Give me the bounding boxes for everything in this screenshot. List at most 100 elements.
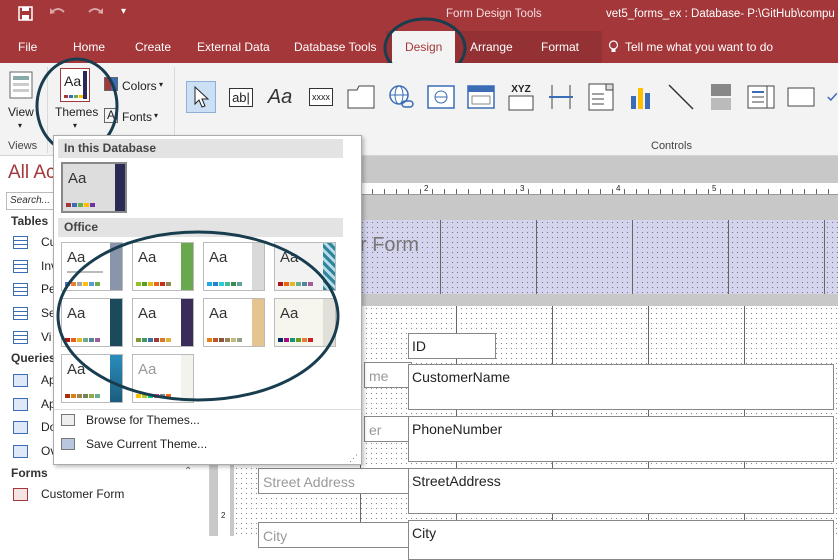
tab-file[interactable]: File [18, 40, 37, 54]
nav-form-item[interactable]: Customer Form [13, 485, 124, 503]
option-group-glyph: XYZ [511, 83, 531, 95]
textbox-icon[interactable]: ab| [226, 81, 256, 113]
table-icon [13, 235, 28, 249]
combo-box-icon[interactable] [586, 81, 616, 113]
rectangle-icon[interactable] [786, 81, 816, 113]
toggle-button-icon[interactable] [706, 81, 736, 113]
page-break-icon[interactable] [546, 81, 576, 113]
tab-control-icon[interactable] [346, 81, 376, 113]
field-phone-number[interactable]: PhoneNumber [408, 416, 834, 462]
nav-section-queries[interactable]: Queries [11, 351, 56, 365]
option-group-icon[interactable]: XYZ [506, 81, 536, 113]
field-street-address[interactable]: StreetAddress [408, 468, 834, 514]
tab-external-data[interactable]: External Data [197, 40, 270, 54]
fonts-button[interactable]: Fonts [122, 110, 152, 124]
table-icon [13, 306, 28, 320]
query-icon [13, 397, 28, 411]
tab-arrange[interactable]: Arrange [470, 40, 513, 54]
tab-home[interactable]: Home [73, 40, 105, 54]
view-dropdown-icon[interactable]: ▾ [18, 121, 22, 130]
table-icon [13, 259, 28, 273]
query-icon [13, 373, 28, 387]
query-icon [13, 420, 28, 434]
save-icon[interactable] [18, 6, 33, 24]
tab-format[interactable]: Format [541, 40, 579, 54]
label-icon[interactable]: Aa [265, 81, 295, 113]
field-label[interactable]: City [258, 522, 412, 548]
query-icon [13, 444, 28, 458]
nav-search-input[interactable]: Search... [6, 192, 56, 210]
table-icon [13, 330, 28, 344]
nav-table-item[interactable]: Se [13, 304, 56, 322]
nav-table-item[interactable]: Cu [13, 233, 56, 251]
grid-line [632, 220, 633, 294]
field-label[interactable]: me [364, 362, 412, 388]
fonts-dropdown-icon[interactable]: ▾ [154, 111, 158, 120]
colors-dropdown-icon[interactable]: ▾ [159, 80, 163, 89]
views-group-label: Views [8, 140, 38, 152]
undo-icon[interactable] [49, 6, 67, 23]
button-glyph: xxxx [309, 88, 333, 106]
lightbulb-icon [608, 40, 619, 56]
tell-me-box[interactable]: Tell me what you want to do [625, 40, 773, 54]
navigation-icon[interactable] [466, 81, 496, 113]
grid-line [728, 220, 729, 294]
textbox-glyph: ab| [229, 87, 253, 107]
ruler-ticks [360, 189, 838, 194]
field-label[interactable]: er [364, 416, 412, 442]
nav-table-item[interactable]: Pe [13, 280, 56, 298]
view-icon[interactable] [7, 70, 35, 102]
nav-pane-header[interactable]: All Ac [8, 162, 56, 184]
collapse-icon[interactable]: ⌃ [184, 466, 192, 477]
horizontal-ruler: 2 3 4 5 [360, 183, 838, 195]
table-icon [13, 282, 28, 296]
line-icon[interactable] [666, 81, 696, 113]
field-customer-name[interactable]: CustomerName [408, 364, 834, 410]
form-title-label[interactable]: r Form [360, 234, 419, 257]
form-header-section[interactable]: r Form [360, 220, 838, 294]
select-icon[interactable] [186, 81, 216, 113]
view-button[interactable]: View [8, 105, 34, 119]
web-browser-icon[interactable] [426, 81, 456, 113]
nav-item-label: Customer Form [41, 487, 125, 501]
redo-icon[interactable] [86, 6, 104, 23]
tab-create[interactable]: Create [135, 40, 171, 54]
nav-query-item[interactable]: Ap [13, 395, 56, 413]
nav-query-item[interactable]: Ap [13, 371, 56, 389]
ruler-mark: 2 [221, 511, 226, 520]
nav-query-item[interactable]: Ov [13, 442, 56, 460]
checkbox-icon[interactable] [826, 81, 838, 113]
annotation-circle-office-themes [56, 230, 340, 402]
resize-grip-icon[interactable]: ⋰ [349, 453, 358, 464]
field-id[interactable]: ID [408, 333, 496, 359]
button-icon[interactable]: xxxx [306, 81, 336, 113]
divider [54, 409, 361, 410]
grid-line [824, 220, 825, 294]
theme-current[interactable]: Aa [61, 162, 127, 213]
nav-item-label: Vi [41, 330, 52, 344]
theme-swatches [66, 203, 96, 207]
window-title: vet5_forms_ex : Database- P:\GitHub\comp… [606, 8, 835, 20]
save-theme-icon [61, 438, 75, 450]
theme-sample: Aa [68, 170, 87, 187]
field-label[interactable]: Street Address [258, 468, 412, 494]
nav-query-item[interactable]: Do [13, 418, 56, 436]
hyperlink-icon[interactable] [386, 81, 416, 113]
qat-dropdown-icon[interactable]: ▾ [121, 6, 126, 17]
form-icon [13, 487, 28, 501]
controls-group-label: Controls [651, 140, 692, 152]
nav-table-item[interactable]: Inv [13, 257, 57, 275]
chart-icon[interactable] [626, 81, 656, 113]
tab-database-tools[interactable]: Database Tools [294, 40, 377, 54]
nav-section-forms[interactable]: Forms [11, 466, 48, 480]
grid-line [536, 220, 537, 294]
browse-themes-icon [61, 414, 75, 426]
browse-for-themes-item[interactable]: Browse for Themes... [86, 413, 200, 427]
save-current-theme-item[interactable]: Save Current Theme... [86, 437, 207, 451]
nav-section-tables[interactable]: Tables [11, 214, 48, 228]
grid-line [440, 220, 441, 294]
field-city[interactable]: City [408, 520, 834, 560]
list-box-icon[interactable] [746, 81, 776, 113]
colors-button[interactable]: Colors [122, 79, 157, 93]
nav-table-item[interactable]: Vi [13, 328, 51, 346]
